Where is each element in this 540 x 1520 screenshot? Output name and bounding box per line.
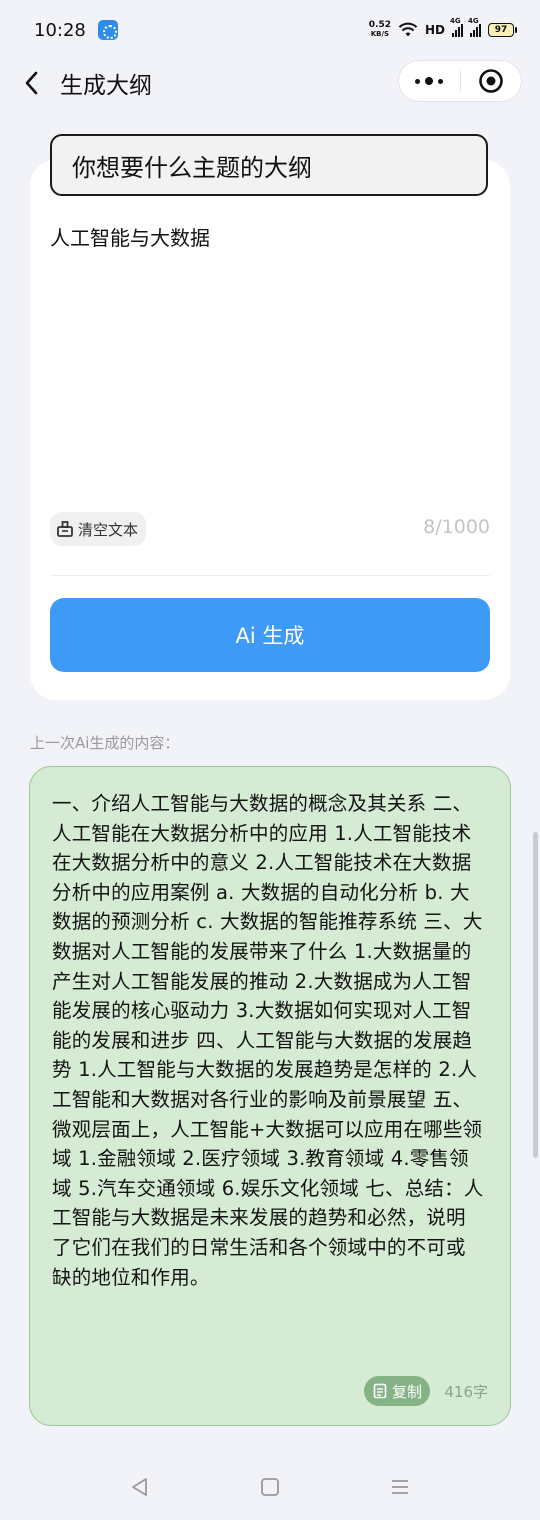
clear-broom-icon: [57, 521, 73, 537]
network-speed-value: 0.52: [368, 20, 391, 30]
wifi-icon: [398, 22, 418, 37]
network-speed-unit: KB/S: [370, 30, 390, 38]
battery-level: 97: [494, 25, 508, 35]
copy-label: 复制: [392, 1382, 423, 1401]
card-divider: [50, 575, 490, 576]
topic-prompt-label: 你想要什么主题的大纲: [50, 134, 488, 196]
result-char-count: 416字: [444, 1383, 488, 1401]
ai-generate-button[interactable]: Ai 生成: [50, 598, 490, 672]
topic-textarea[interactable]: 人工智能与大数据: [50, 222, 490, 492]
square-home-icon: [261, 1478, 279, 1496]
copy-icon: [373, 1383, 387, 1399]
previous-result-card: 一、介绍人工智能与大数据的概念及其关系 二、人工智能在大数据分析中的应用 1.人…: [29, 766, 511, 1426]
copy-button[interactable]: 复制: [364, 1376, 431, 1406]
status-indicators: 0.52 KB/S HD 4G 4G 97: [369, 17, 517, 39]
hd-indicator: HD: [424, 23, 445, 37]
page-header: 生成大纲: [0, 60, 540, 106]
menu-recents-icon: [392, 1480, 408, 1494]
nav-home-button[interactable]: [250, 1467, 290, 1507]
nav-recents-button[interactable]: [380, 1467, 420, 1507]
signal-icon: 4G: [468, 17, 481, 37]
system-navigation-bar: [0, 1454, 540, 1520]
signal-type: 4G: [450, 17, 461, 25]
app-notification-icon: [97, 20, 118, 40]
status-time: 10:28: [34, 19, 86, 41]
signal-icon: 4G: [450, 17, 463, 37]
triangle-back-icon: [132, 1478, 147, 1496]
previous-result-label: 上一次Ai生成的内容：: [30, 734, 180, 752]
scrollbar[interactable]: [533, 832, 538, 1158]
page-title: 生成大纲: [60, 73, 152, 99]
more-dots-icon: [415, 78, 421, 84]
close-mini-program-button[interactable]: [461, 61, 522, 101]
clear-text-button[interactable]: 清空文本: [50, 512, 147, 546]
chevron-left-icon: [25, 71, 38, 95]
battery-icon: 97: [488, 23, 517, 37]
signal-type: 4G: [468, 17, 479, 25]
network-speed: 0.52 KB/S: [369, 21, 391, 39]
nav-back-button[interactable]: [120, 1467, 160, 1507]
mini-program-capsule: [398, 60, 522, 102]
input-char-count: 8/1000: [423, 516, 490, 538]
status-bar: 10:28 0.52 KB/S HD 4G 4G 97: [0, 0, 540, 60]
more-button[interactable]: [399, 61, 460, 101]
back-button[interactable]: [12, 63, 52, 103]
previous-result-text: 一、介绍人工智能与大数据的概念及其关系 二、人工智能在大数据分析中的应用 1.人…: [52, 792, 484, 1289]
target-icon: [478, 69, 503, 93]
clear-text-label: 清空文本: [78, 520, 139, 539]
